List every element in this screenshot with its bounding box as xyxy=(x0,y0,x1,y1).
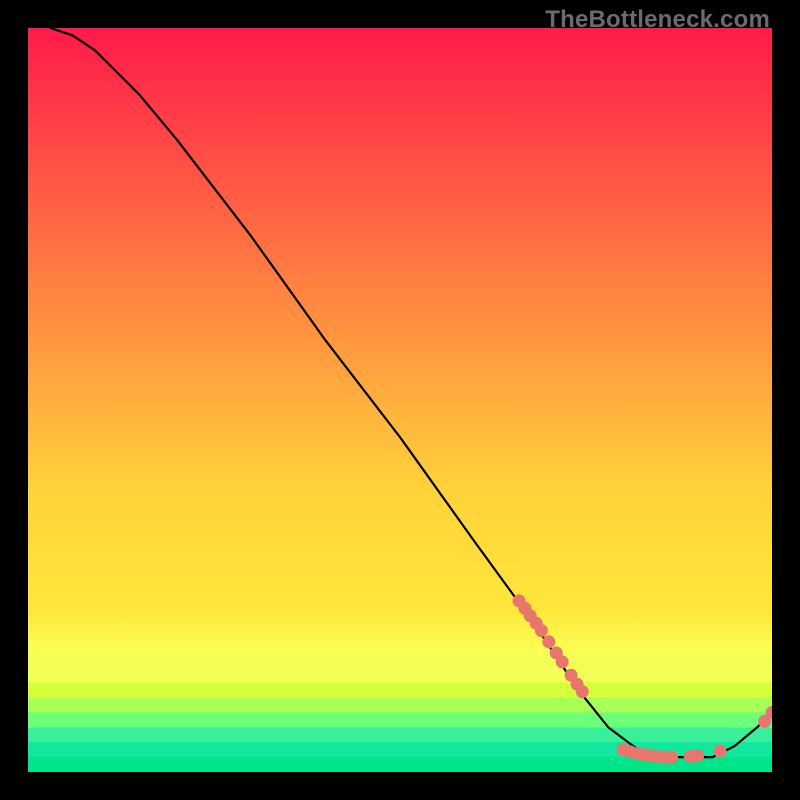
plot-area xyxy=(28,28,772,772)
data-point xyxy=(542,635,555,648)
data-point xyxy=(556,655,569,668)
data-point xyxy=(713,745,726,758)
data-point xyxy=(691,749,704,762)
watermark-text: TheBottleneck.com xyxy=(545,6,770,34)
chart-stage: TheBottleneck.com xyxy=(0,0,800,800)
data-point xyxy=(535,624,548,637)
curve-layer xyxy=(28,28,772,772)
data-dots xyxy=(513,594,772,763)
bottleneck-curve xyxy=(50,28,772,757)
data-point xyxy=(665,751,678,764)
data-point xyxy=(576,685,589,698)
